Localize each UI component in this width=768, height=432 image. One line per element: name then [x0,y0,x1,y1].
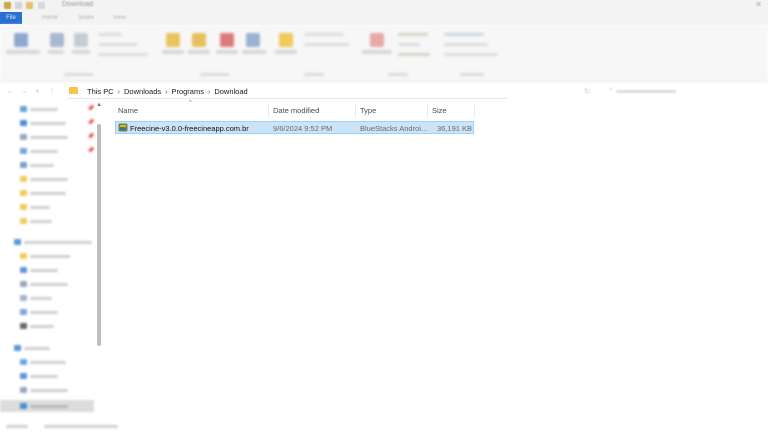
tab-file[interactable]: File [0,12,22,24]
copy-icon[interactable] [50,33,64,47]
nav-item-pc-downloads[interactable] [0,400,94,412]
column-header-type[interactable]: Type [360,106,376,115]
breadcrumb-this-pc[interactable]: This PC [87,87,114,96]
ribbon [0,25,768,82]
search-placeholder [616,90,676,93]
scroll-up-icon[interactable]: ▲ [96,102,102,108]
close-icon[interactable]: ✕ [755,0,762,9]
pin-icon: 📌 [87,106,95,112]
paste-shortcut-label[interactable] [98,53,148,56]
nav-item-onedrive-documents[interactable] [0,278,94,290]
file-list: ^ Name Date modified Type Size Freecine-… [112,100,762,420]
address-bar-row: ← → ▾ ↑ This PC › Downloads › Programs › Downl… [0,84,768,99]
delete-icon[interactable] [220,33,234,47]
nav-item-onedrive[interactable] [0,236,94,248]
pin-to-quick-access-icon[interactable] [14,33,28,47]
quick-access-dropdown-icon[interactable] [38,2,45,9]
tab-home[interactable]: Home [36,12,64,24]
nav-item-onedrive-pictures[interactable] [0,306,94,318]
pin-icon: 📌 [87,120,95,126]
nav-item-pictures[interactable]: 📌 [0,145,94,157]
breadcrumb-separator-icon[interactable]: › [118,89,120,96]
nav-item-onedrive-videos[interactable] [0,320,94,332]
open-label[interactable] [398,33,428,36]
easy-access-label[interactable] [304,43,350,46]
file-type: BlueStacks Androi... [360,124,428,133]
arrow-up-icon[interactable]: ↑ [50,86,54,95]
breadcrumb-download[interactable]: Download [214,87,247,96]
search-icon: ⌕ [609,86,613,93]
bluestacks-apk-icon [118,123,128,132]
nav-item-this-pc[interactable] [0,342,94,354]
address-bar[interactable]: This PC › Downloads › Programs › Download [67,84,507,99]
nav-item-onedrive-music[interactable] [0,292,94,304]
ribbon-tabs: File Home Share View [0,11,768,25]
nav-item-recent[interactable] [0,159,94,171]
scroll-thumb[interactable] [97,124,101,346]
tab-share[interactable]: Share [72,12,100,24]
nav-item-documents[interactable]: 📌 [0,131,94,143]
pin-icon: 📌 [87,148,95,154]
navigation-pane: 📌 📌 📌 📌 [0,100,100,420]
pin-icon: 📌 [87,134,95,140]
search-input[interactable]: ⌕ [606,85,758,97]
select-all-label[interactable] [444,33,484,36]
arrow-left-icon[interactable]: ← [6,86,14,95]
title-bar: Download ✕ [0,0,768,11]
column-header-size[interactable]: Size [432,106,447,115]
move-to-icon[interactable] [166,33,180,47]
new-item-label[interactable] [304,33,344,36]
nav-item-onedrive-desktop[interactable] [0,264,94,276]
rename-icon[interactable] [246,33,260,47]
window-title: Download [62,1,94,8]
status-bar [0,420,768,432]
breadcrumb-separator-icon[interactable]: › [208,89,210,96]
arrow-right-icon[interactable]: → [20,86,28,95]
nav-item-desktop[interactable]: 📌 [0,103,94,115]
nav-item-folder-4[interactable] [0,215,94,227]
nav-item-3d-objects[interactable] [0,356,94,368]
app-folder-icon [4,2,11,9]
cut-label[interactable] [98,33,122,36]
breadcrumb-separator-icon[interactable]: › [165,89,167,96]
breadcrumb: This PC › Downloads › Programs › Download [87,87,248,96]
nav-item-pc-desktop[interactable] [0,370,94,382]
sort-ascending-icon: ^ [189,100,192,106]
new-folder-icon[interactable] [279,33,293,47]
folder-icon [69,87,78,94]
column-header-date-modified[interactable]: Date modified [273,106,319,115]
copy-to-icon[interactable] [192,33,206,47]
chevron-down-icon[interactable]: ▾ [36,88,39,95]
nav-item-folder-3[interactable] [0,201,94,213]
quick-access-properties-icon[interactable] [15,2,22,9]
select-none-label[interactable] [444,43,488,46]
status-item-count [6,425,28,428]
nav-item-folder-2[interactable] [0,187,94,199]
properties-icon[interactable] [370,33,384,47]
file-size: 36,191 KB [436,124,472,133]
nav-item-pc-documents[interactable] [0,384,94,396]
tab-view[interactable]: View [107,12,132,24]
paste-icon[interactable] [74,33,88,47]
file-name: Freecine-v3.0.0-freecineapp.com.br [130,124,249,133]
edit-label[interactable] [398,43,420,46]
nav-item-downloads[interactable]: 📌 [0,117,94,129]
nav-item-onedrive-folder[interactable] [0,250,94,262]
status-selection [44,425,118,428]
refresh-icon[interactable]: ↻ [584,87,591,96]
column-header-name[interactable]: Name [118,106,138,115]
nav-item-folder-1[interactable] [0,173,94,185]
breadcrumb-downloads[interactable]: Downloads [124,87,161,96]
nav-scrollbar[interactable]: ▲ [95,100,103,420]
history-label[interactable] [398,53,430,56]
file-date-modified: 9/6/2024 9:52 PM [273,124,333,133]
copy-path-label[interactable] [98,43,138,46]
breadcrumb-programs[interactable]: Programs [171,87,204,96]
invert-selection-label[interactable] [444,53,498,56]
quick-access-new-folder-icon[interactable] [26,2,33,9]
file-row[interactable]: Freecine-v3.0.0-freecineapp.com.br 9/6/2… [115,121,474,134]
